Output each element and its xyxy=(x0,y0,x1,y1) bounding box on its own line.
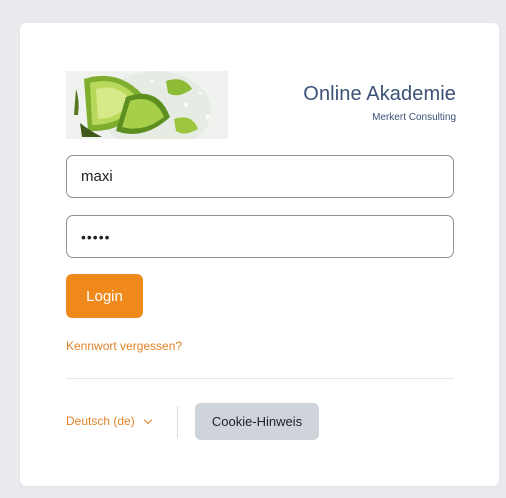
site-subtitle: Merkert Consulting xyxy=(372,112,456,123)
password-value: ••••• xyxy=(81,228,111,245)
chevron-down-icon xyxy=(143,415,152,424)
cookie-notice-button[interactable]: Cookie-Hinweis xyxy=(195,403,319,440)
language-label: Deutsch (de) xyxy=(66,414,135,428)
login-card: Online Akademie Merkert Consulting maxi … xyxy=(20,23,499,486)
username-input[interactable]: maxi xyxy=(66,155,454,198)
brand-logo: Online Akademie Merkert Consulting xyxy=(66,71,456,139)
divider xyxy=(66,378,454,379)
login-button[interactable]: Login xyxy=(66,274,143,318)
site-title: Online Akademie xyxy=(303,83,456,105)
footer-separator xyxy=(177,406,178,438)
forgot-password-link[interactable]: Kennwort vergessen? xyxy=(66,339,182,353)
lime-slices-image xyxy=(66,71,228,139)
password-input[interactable]: ••••• xyxy=(66,215,454,258)
language-select[interactable]: Deutsch (de) xyxy=(66,414,152,428)
username-value: maxi xyxy=(81,168,113,185)
